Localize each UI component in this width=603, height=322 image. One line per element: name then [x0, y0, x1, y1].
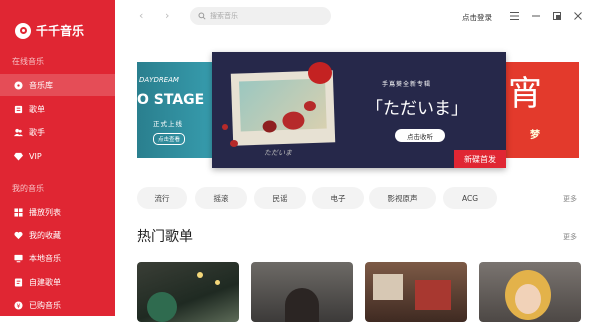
sidebar-item-created-playlists[interactable]: 自建歌单: [0, 271, 115, 293]
close-icon[interactable]: [572, 10, 584, 22]
categories-more-link[interactable]: 更多: [563, 194, 577, 204]
section-more-link[interactable]: 更多: [563, 232, 577, 242]
sidebar-item-label: 已购音乐: [29, 300, 61, 310]
disc-icon: [14, 80, 23, 90]
sidebar-item-label: 本地音乐: [29, 253, 61, 263]
category-chip-pop[interactable]: 流行: [137, 187, 187, 209]
heart-icon: [14, 231, 23, 240]
banner-left-line2: O STAGE: [137, 92, 205, 108]
banner-left-line3: 正式上线: [153, 120, 183, 128]
sidebar-item-label: 我的收藏: [29, 230, 61, 240]
category-chip-rock[interactable]: 摇滚: [195, 187, 247, 209]
rose-decoration: [308, 62, 332, 84]
sidebar-item-label: 歌手: [29, 127, 45, 137]
new-release-badge: 新碟首发: [454, 150, 506, 168]
sidebar-item-purchased-music[interactable]: ¥ 已购音乐: [0, 294, 115, 316]
category-chip-soundtrack[interactable]: 影视原声: [369, 187, 436, 209]
mini-mode-icon[interactable]: [551, 10, 563, 22]
album-title: 「ただいま」: [366, 99, 468, 119]
sidebar-item-label: 自建歌单: [29, 277, 61, 287]
category-chip-folk[interactable]: 民谣: [254, 187, 306, 209]
logo-icon: [15, 22, 31, 39]
forward-arrow-icon[interactable]: ›: [165, 9, 169, 22]
main-content: ‹ › 点击登录 DAYDREAM O STAGE 正式上线 点击查看 宵 梦: [115, 0, 603, 322]
singer-icon: [14, 128, 23, 137]
banner-slide-featured[interactable]: 手嶌葵全新专辑 「ただいま」 点击收听 ただいま 新碟首发: [212, 52, 506, 168]
sidebar: 千千音乐 在线音乐 音乐库 歌单 歌手 VIP 我的音乐 播放列表 我的收藏 本…: [0, 0, 115, 316]
playlist-card[interactable]: [479, 262, 581, 322]
computer-icon: [14, 254, 23, 263]
back-arrow-icon[interactable]: ‹: [139, 9, 143, 22]
minimize-icon[interactable]: [530, 10, 542, 22]
playlist-icon: [14, 105, 23, 114]
search-input[interactable]: [210, 12, 320, 20]
banner-slide-right[interactable]: 宵 梦: [502, 62, 579, 158]
banner-right-big: 宵: [508, 74, 542, 114]
menu-icon[interactable]: [508, 10, 520, 22]
svg-text:¥: ¥: [16, 302, 20, 309]
top-bar: ‹ › 点击登录: [115, 0, 603, 34]
sidebar-item-label: 音乐库: [29, 80, 53, 90]
banner-left-line1: DAYDREAM: [139, 76, 179, 84]
sidebar-item-playlists[interactable]: 歌单: [0, 98, 115, 120]
sidebar-item-vip[interactable]: VIP: [0, 145, 115, 167]
listen-button[interactable]: 点击收听: [395, 129, 445, 142]
sidebar-item-local-music[interactable]: 本地音乐: [0, 247, 115, 269]
app-title: 千千音乐: [36, 24, 85, 38]
sidebar-item-singers[interactable]: 歌手: [0, 121, 115, 143]
diamond-icon: [14, 152, 23, 161]
sidebar-item-music-library[interactable]: 音乐库: [0, 74, 115, 96]
app-logo[interactable]: 千千音乐: [15, 22, 84, 39]
my-section-title: 我的音乐: [12, 184, 44, 193]
sidebar-item-play-queue[interactable]: 播放列表: [0, 201, 115, 223]
album-subtitle: 手嶌葵全新专辑: [382, 81, 432, 88]
search-box[interactable]: [190, 7, 331, 25]
search-icon: [198, 12, 206, 20]
playlist-card[interactable]: [251, 262, 353, 322]
playlist-card[interactable]: [137, 262, 239, 322]
sidebar-item-favorites[interactable]: 我的收藏: [0, 224, 115, 246]
album-signature: ただいま: [264, 149, 292, 157]
category-chip-electronic[interactable]: 电子: [312, 187, 364, 209]
sidebar-item-label: 歌单: [29, 104, 45, 114]
sidebar-item-label: VIP: [29, 151, 42, 161]
purchase-icon: ¥: [14, 300, 23, 310]
playlist-card[interactable]: [365, 262, 467, 322]
sidebar-item-label: 播放列表: [29, 207, 61, 217]
list-icon: [14, 207, 23, 217]
category-chip-acg[interactable]: ACG: [443, 187, 497, 209]
banner-left-button: 点击查看: [153, 133, 186, 145]
banner-right-small: 梦: [530, 130, 540, 141]
edit-icon: [14, 277, 23, 287]
login-link[interactable]: 点击登录: [462, 12, 492, 23]
online-section-title: 在线音乐: [12, 57, 44, 66]
section-title: 热门歌单: [137, 229, 193, 245]
